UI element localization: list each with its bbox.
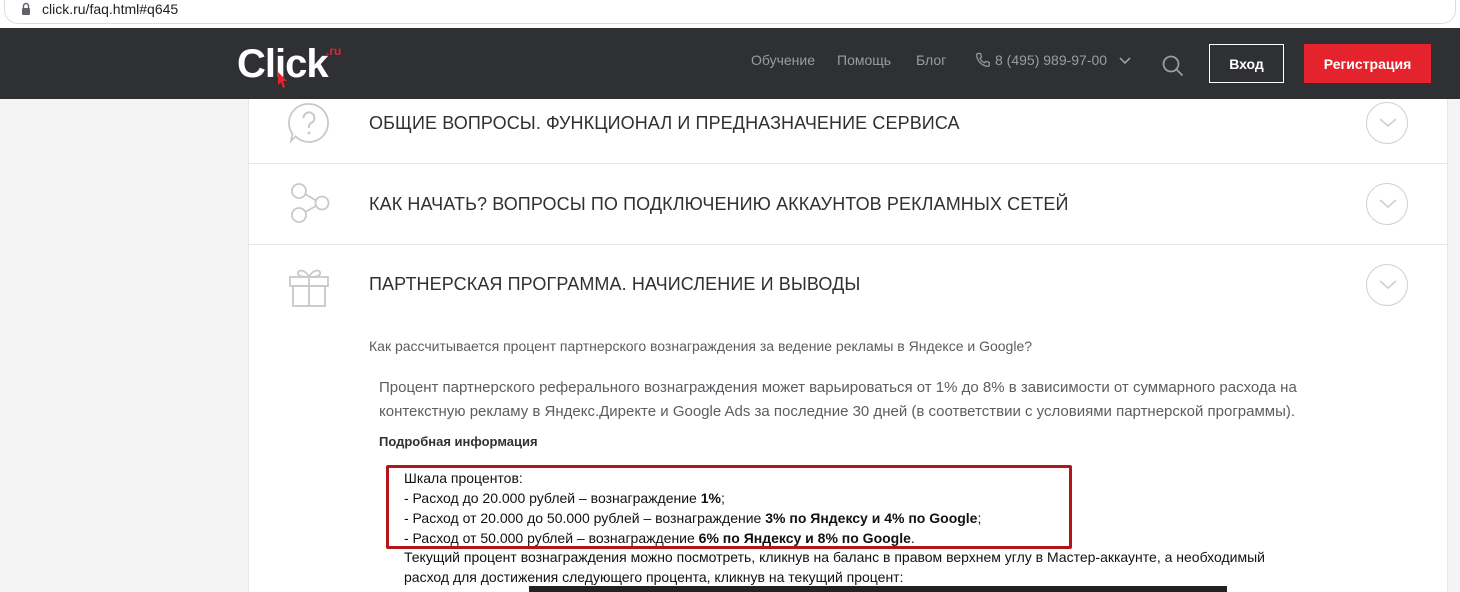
- address-bar: click.ru/faq.html#q645: [0, 0, 1460, 28]
- screenshot-preview: [529, 586, 1227, 592]
- expand-toggle[interactable]: [1366, 102, 1408, 144]
- phone-number[interactable]: 8 (495) 989-97-00: [995, 52, 1107, 68]
- faq-card: ОБЩИЕ ВОПРОСЫ. ФУНКЦИОНАЛ И ПРЕДНАЗНАЧЕН…: [248, 99, 1449, 592]
- faq-answer: Процент партнерского реферального вознаг…: [379, 376, 1339, 424]
- nodes-icon: [291, 183, 330, 223]
- hint-line: расход для достижения следующего процент…: [404, 569, 904, 585]
- chevron-down-icon: [1379, 280, 1397, 290]
- balance-hint: Текущий процент вознаграждения можно пос…: [404, 547, 1344, 587]
- nav-link-learning[interactable]: Обучение: [751, 52, 815, 68]
- expand-toggle[interactable]: [1366, 264, 1408, 306]
- nav-link-help[interactable]: Помощь: [837, 52, 891, 68]
- answer-line: контекстную рекламу в Яндекс.Директе и G…: [379, 403, 1296, 420]
- question-circle-icon: [288, 103, 329, 144]
- scale-title: Шкала процентов:: [404, 470, 523, 486]
- hint-line: Текущий процент вознаграждения можно пос…: [404, 549, 1265, 565]
- answer-line: Процент партнерского реферального вознаг…: [379, 379, 1297, 396]
- scale-row: - Расход от 20.000 до 50.000 рублей – во…: [404, 510, 982, 526]
- url-field[interactable]: click.ru/faq.html#q645: [4, 0, 1456, 24]
- faq-question[interactable]: Как рассчитывается процент партнерского …: [369, 338, 1032, 354]
- search-icon[interactable]: [1162, 55, 1184, 77]
- gift-icon: [289, 269, 329, 307]
- register-button[interactable]: Регистрация: [1304, 44, 1431, 83]
- scale-row: - Расход от 50.000 рублей – вознагражден…: [404, 530, 915, 546]
- chevron-down-icon: [1379, 199, 1397, 209]
- percent-scale: Шкала процентов: - Расход до 20.000 рубл…: [404, 468, 981, 548]
- chevron-down-icon: [1379, 118, 1397, 128]
- chevron-down-icon[interactable]: [1119, 57, 1131, 65]
- more-info-heading: Подробная информация: [379, 434, 538, 449]
- nav-link-blog[interactable]: Блог: [916, 52, 946, 68]
- section-title: КАК НАЧАТЬ? ВОПРОСЫ ПО ПОДКЛЮЧЕНИЮ АККАУ…: [369, 194, 1069, 214]
- logo-ru: .ru: [326, 44, 342, 58]
- scale-row: - Расход до 20.000 рублей – вознагражден…: [404, 490, 725, 506]
- section-title: ОБЩИЕ ВОПРОСЫ. ФУНКЦИОНАЛ И ПРЕДНАЗНАЧЕН…: [369, 113, 960, 133]
- expand-toggle[interactable]: [1366, 183, 1408, 225]
- faq-section-partners[interactable]: ПАРТНЕРСКАЯ ПРОГРАММА. НАЧИСЛЕНИЕ И ВЫВО…: [249, 245, 1449, 326]
- url-text: click.ru/faq.html#q645: [42, 1, 179, 17]
- phone-icon: [975, 52, 990, 68]
- faq-section-start[interactable]: КАК НАЧАТЬ? ВОПРОСЫ ПО ПОДКЛЮЧЕНИЮ АККАУ…: [249, 164, 1449, 245]
- logo[interactable]: Click .ru: [237, 42, 341, 88]
- lock-icon: [22, 2, 30, 15]
- login-button[interactable]: Вход: [1209, 44, 1284, 83]
- faq-section-general[interactable]: ОБЩИЕ ВОПРОСЫ. ФУНКЦИОНАЛ И ПРЕДНАЗНАЧЕН…: [249, 81, 1449, 164]
- section-title: ПАРТНЕРСКАЯ ПРОГРАММА. НАЧИСЛЕНИЕ И ВЫВО…: [369, 274, 861, 294]
